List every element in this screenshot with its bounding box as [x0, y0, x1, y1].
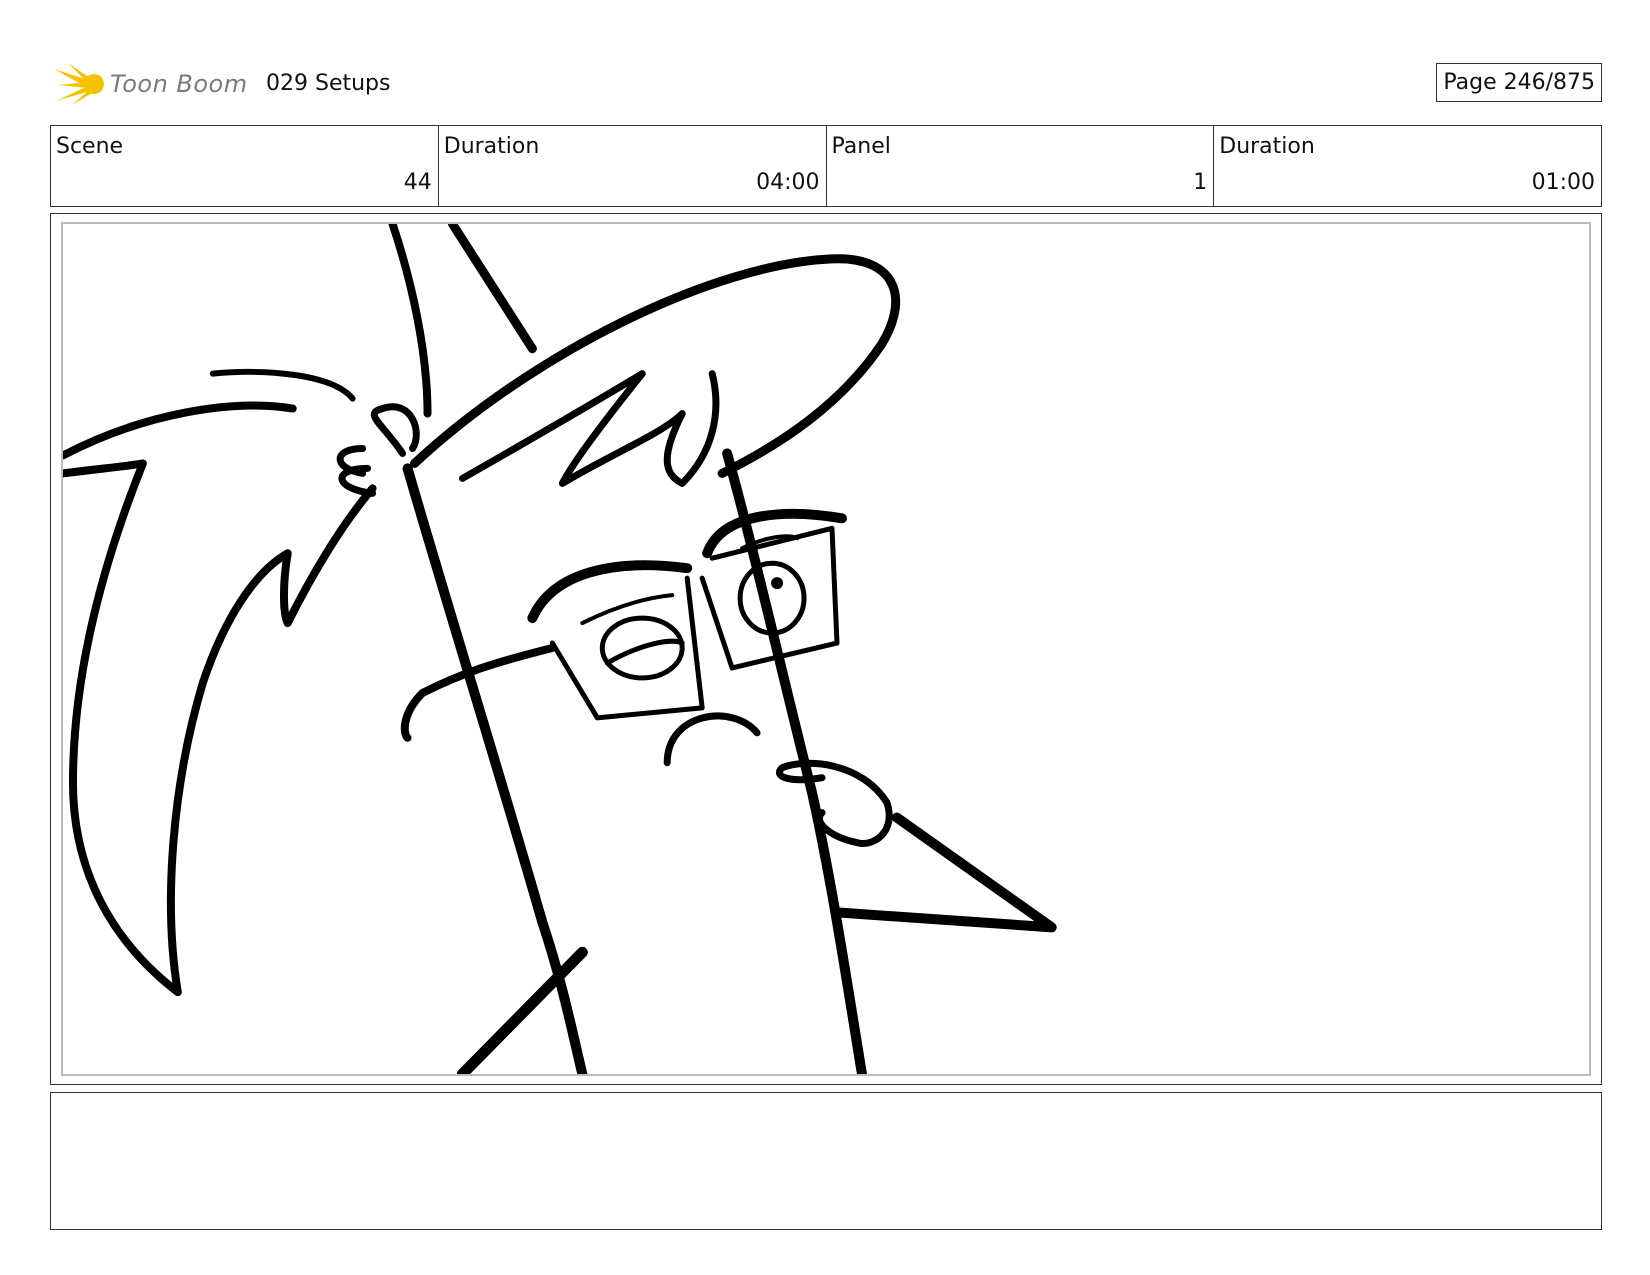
panel-info-table: Scene 44 Duration 04:00 Panel 1 Duration… [50, 125, 1602, 207]
right-eyebrow [702, 508, 847, 559]
project-title: 029 Setups [266, 71, 391, 96]
storyboard-panel [50, 213, 1602, 1085]
scene-duration-value: 04:00 [756, 170, 820, 195]
mouth [663, 712, 761, 767]
panel-value: 1 [1193, 170, 1208, 195]
hand [776, 759, 893, 847]
notes-box [50, 1092, 1602, 1230]
star-burst-icon [54, 63, 104, 105]
panel-duration-cell: Duration 01:00 [1214, 126, 1601, 206]
ponytail [63, 401, 377, 997]
right-pupil [771, 577, 784, 590]
storyboard-header: Toon Boom 029 Setups Page 246/875 [50, 55, 1602, 110]
panel-label: Panel [831, 134, 891, 159]
pointing-arm [831, 812, 1057, 933]
scene-duration-label: Duration [443, 134, 540, 159]
page-indicator: Page 246/875 [1436, 63, 1602, 102]
panel-cell: Panel 1 [827, 126, 1215, 206]
logo-text: Toon Boom [110, 70, 248, 98]
panel-duration-value: 01:00 [1531, 170, 1595, 195]
scene-duration-cell: Duration 04:00 [439, 126, 827, 206]
hat-cone-right [447, 224, 537, 354]
toon-boom-logo: Toon Boom [54, 61, 254, 107]
glasses-right-lens [699, 525, 840, 671]
hair-tie [336, 403, 420, 497]
hat-brim [410, 254, 901, 478]
hat-cone-left [388, 224, 432, 418]
scene-value: 44 [403, 170, 432, 195]
character-sketch [63, 224, 1057, 1074]
scene-cell: Scene 44 [51, 126, 439, 206]
panel-duration-label: Duration [1219, 134, 1315, 159]
panel-frame [61, 222, 1591, 1076]
ponytail-top [209, 368, 356, 402]
left-eyelid [604, 638, 685, 666]
scene-label: Scene [56, 134, 124, 159]
